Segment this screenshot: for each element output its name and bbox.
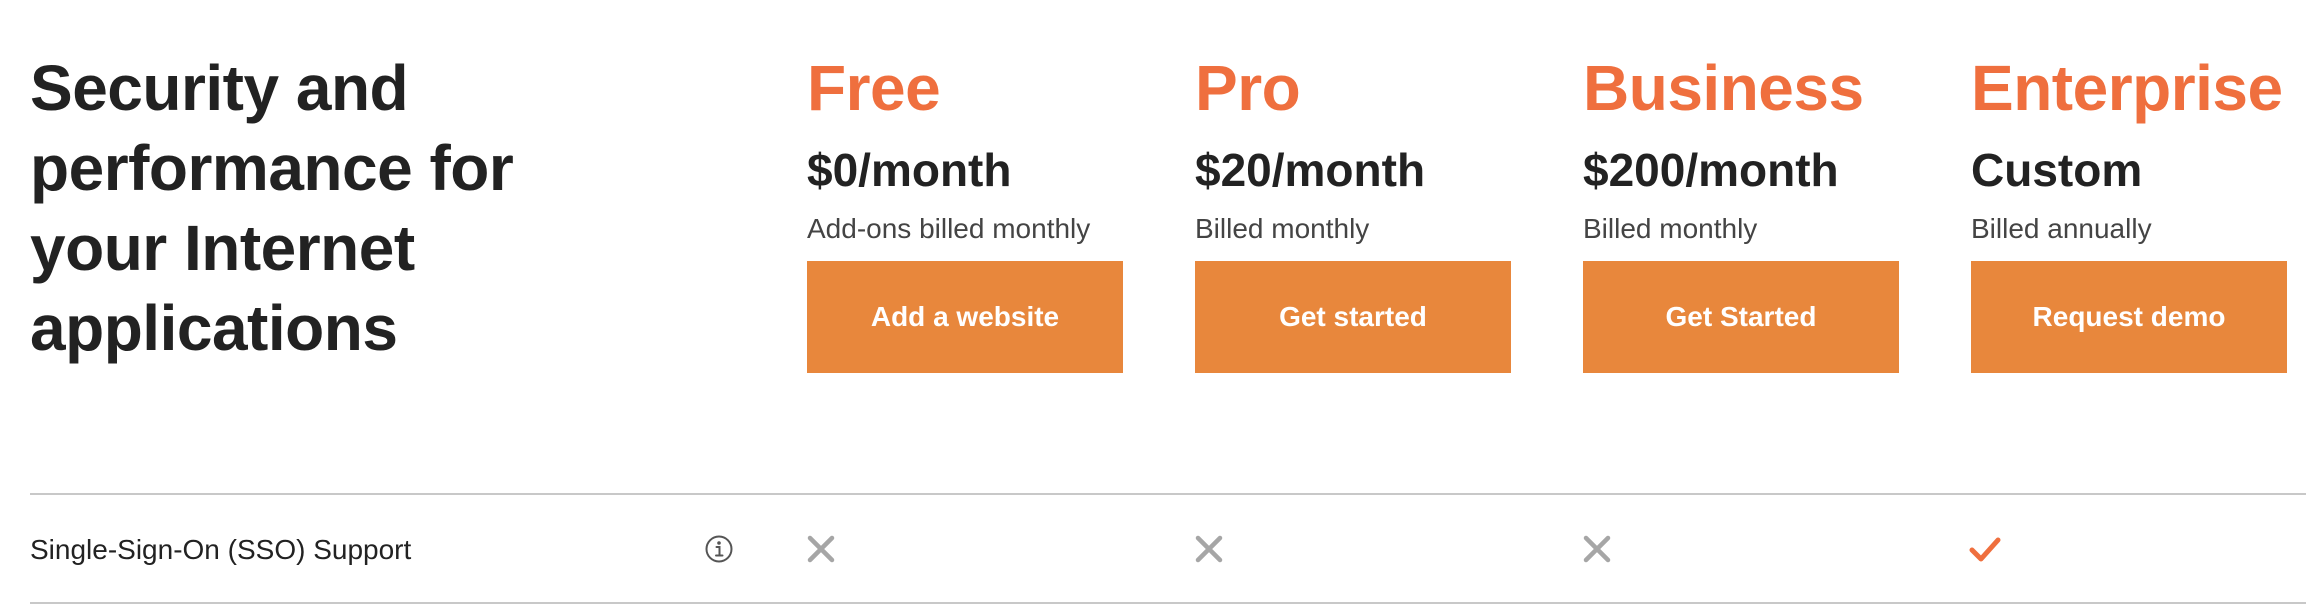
plan-billing-note: Billed annually	[1971, 213, 2152, 244]
plan-name: Business	[1583, 52, 1864, 124]
plan-price: $0/month	[807, 144, 1012, 196]
plan-name: Free	[807, 52, 941, 124]
plan-price: $20/month	[1195, 144, 1426, 196]
plan-billing-note: Billed monthly	[1583, 213, 1758, 244]
plan-billing-note: Add-ons billed monthly	[807, 213, 1091, 244]
cross-icon	[807, 535, 835, 563]
table-divider-bottom	[30, 602, 2306, 604]
plan-name: Enterprise	[1971, 52, 2283, 124]
plan-column-free: Free $0/month Add-ons billed monthly	[807, 48, 1167, 246]
business-get-started-button[interactable]: Get Started	[1583, 261, 1899, 373]
plan-column-enterprise: Enterprise Custom Billed annually	[1971, 48, 2306, 246]
feature-label-sso: Single-Sign-On (SSO) Support	[30, 534, 412, 565]
request-demo-button[interactable]: Request demo	[1971, 261, 2287, 373]
plan-price: $200/month	[1583, 144, 1839, 196]
pro-get-started-button[interactable]: Get started	[1195, 261, 1511, 373]
cross-icon	[1195, 535, 1223, 563]
plan-price: Custom	[1971, 144, 2143, 196]
cross-icon	[1583, 535, 1611, 563]
add-website-button[interactable]: Add a website	[807, 261, 1123, 373]
page-headline: Security and performance for your Intern…	[30, 52, 514, 364]
plan-column-business: Business $200/month Billed monthly	[1583, 48, 1943, 246]
plan-column-pro: Pro $20/month Billed monthly	[1195, 48, 1555, 246]
table-divider-top	[30, 493, 2306, 495]
check-icon	[1969, 537, 2001, 562]
plan-name: Pro	[1195, 52, 1301, 124]
info-icon[interactable]	[704, 534, 734, 564]
plan-billing-note: Billed monthly	[1195, 213, 1370, 244]
